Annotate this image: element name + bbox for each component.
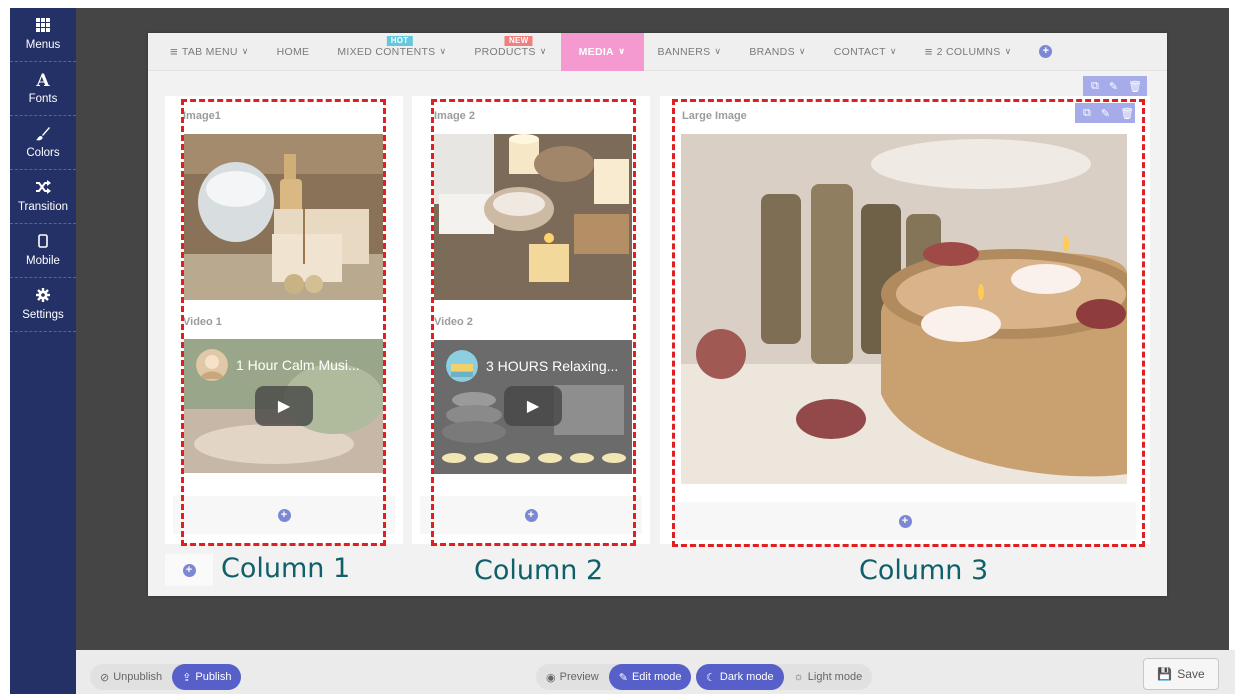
upload-icon: ⇪ [182,671,192,684]
menu-item-label: 2 COLUMNS [936,45,1001,58]
hot-badge: HOT [386,35,413,46]
light-mode-label: Light mode [807,671,863,683]
menu-item-label: CONTACT [833,45,886,58]
chevron-down-icon: ∨ [439,46,447,56]
shuffle-icon [35,180,51,200]
sidebar-item-label: Menus [25,39,61,51]
preview-button[interactable]: ◉ Preview [536,664,609,690]
menu-item-home[interactable]: HOME [263,33,324,71]
new-badge: NEW [504,35,533,46]
sidebar-item-label: Transition [17,201,69,213]
row-toolbox: ⧉ ✎ 🗑 [1083,76,1147,96]
plus-circle-icon: + [182,563,196,577]
plus-circle-icon: + [1039,45,1053,58]
unpublish-button[interactable]: ⊘ Unpublish [90,664,172,690]
sidebar-item-label: Fonts [28,93,58,105]
theme-toggle: ☾ Dark mode ☼ Light mode [696,664,873,690]
gear-icon [36,288,50,308]
menu-item-label: TAB MENU [181,45,238,58]
chevron-down-icon: ∨ [241,46,249,56]
grid-icon [36,18,50,38]
menu-item-label: HOME [276,45,310,58]
builder-canvas: ≡ TAB MENU ∨ HOME HOT MIXED CONTENTS ∨ N… [148,32,1167,596]
moon-icon: ☾ [706,671,716,684]
sidebar-item-colors[interactable]: Colors [10,116,76,170]
sun-icon: ☼ [793,671,804,683]
dark-mode-label: Dark mode [719,671,774,683]
column-3-caption: Column 3 [859,555,989,586]
edit-mode-label: Edit mode [631,671,682,683]
menu-item-2-columns[interactable]: ≡ 2 COLUMNS ∨ [911,33,1026,71]
eye-icon: ◉ [546,671,556,684]
menu-item-mixed-contents[interactable]: HOT MIXED CONTENTS ∨ [323,33,460,71]
column-1-highlight [181,99,386,546]
menu-item-tab-menu[interactable]: ≡ TAB MENU ∨ [148,33,263,71]
menu-item-products[interactable]: NEW PRODUCTS ∨ [460,33,560,71]
sidebar-item-label: Settings [22,309,64,321]
dark-mode-button[interactable]: ☾ Dark mode [696,664,784,690]
edit-mode-button[interactable]: ✎ Edit mode [608,664,692,690]
menu-item-brands[interactable]: BRANDS ∨ [735,33,819,71]
menu-item-label: MEDIA [578,45,614,58]
chevron-down-icon: ∨ [539,46,547,56]
save-label: Save [1177,667,1205,681]
sidebar-item-mobile[interactable]: Mobile [10,224,76,278]
save-button[interactable]: 💾 Save [1143,658,1219,690]
column-2-caption: Column 2 [474,555,604,586]
delete-icon[interactable]: 🗑 [1128,80,1142,93]
publish-button[interactable]: ⇪ Publish [172,664,242,690]
menu-item-banners[interactable]: BANNERS ∨ [644,33,736,71]
sidebar-item-fonts[interactable]: A Fonts [10,62,76,116]
sidebar-item-menus[interactable]: Menus [10,8,76,62]
edit-icon[interactable]: ✎ [1109,80,1118,93]
add-column-button[interactable]: + [165,554,213,586]
sidebar-item-label: Colors [26,147,60,159]
chevron-down-icon: ∨ [1004,46,1012,56]
menu-item-label: BRANDS [749,45,795,58]
publish-toggle: ⊘ Unpublish ⇪ Publish [90,664,242,690]
menu-item-label: MIXED CONTENTS [337,45,436,58]
mode-toggle: ◉ Preview ✎ Edit mode [536,664,692,690]
column-3-highlight [672,99,1145,547]
menu-item-media[interactable]: MEDIA ∨ [560,32,644,71]
column-2-highlight [431,99,636,546]
chevron-down-icon: ∨ [798,46,806,56]
pencil-icon: ✎ [618,671,628,684]
sidebar-item-settings[interactable]: Settings [10,278,76,332]
mobile-icon [38,234,48,254]
chevron-down-icon: ∨ [889,46,897,56]
bottom-bar: ⊘ Unpublish ⇪ Publish ◉ Preview ✎ Edit m… [76,650,1235,694]
left-sidebar: Menus A Fonts Colors Transition Mobile S… [10,8,76,694]
hamburger-icon: ≡ [170,44,178,59]
chevron-down-icon: ∨ [617,46,626,56]
unpublish-label: Unpublish [113,671,163,683]
add-menu-item-button[interactable]: + [1025,33,1066,71]
chevron-down-icon: ∨ [714,46,722,56]
copy-icon[interactable]: ⧉ [1091,80,1099,93]
light-mode-button[interactable]: ☼ Light mode [784,664,873,690]
font-icon: A [36,71,50,91]
ban-icon: ⊘ [100,671,110,684]
hamburger-icon: ≡ [924,44,933,59]
column-1-caption: Column 1 [221,553,351,584]
sidebar-item-transition[interactable]: Transition [10,170,76,224]
brush-icon [35,126,51,146]
floppy-icon: 💾 [1157,667,1173,681]
menu-item-label: PRODUCTS [474,45,536,58]
menu-bar: ≡ TAB MENU ∨ HOME HOT MIXED CONTENTS ∨ N… [148,32,1167,71]
sidebar-item-label: Mobile [26,255,60,267]
publish-label: Publish [195,671,232,683]
menu-item-contact[interactable]: CONTACT ∨ [820,33,911,71]
preview-label: Preview [559,671,599,683]
menu-item-label: BANNERS [657,45,711,58]
